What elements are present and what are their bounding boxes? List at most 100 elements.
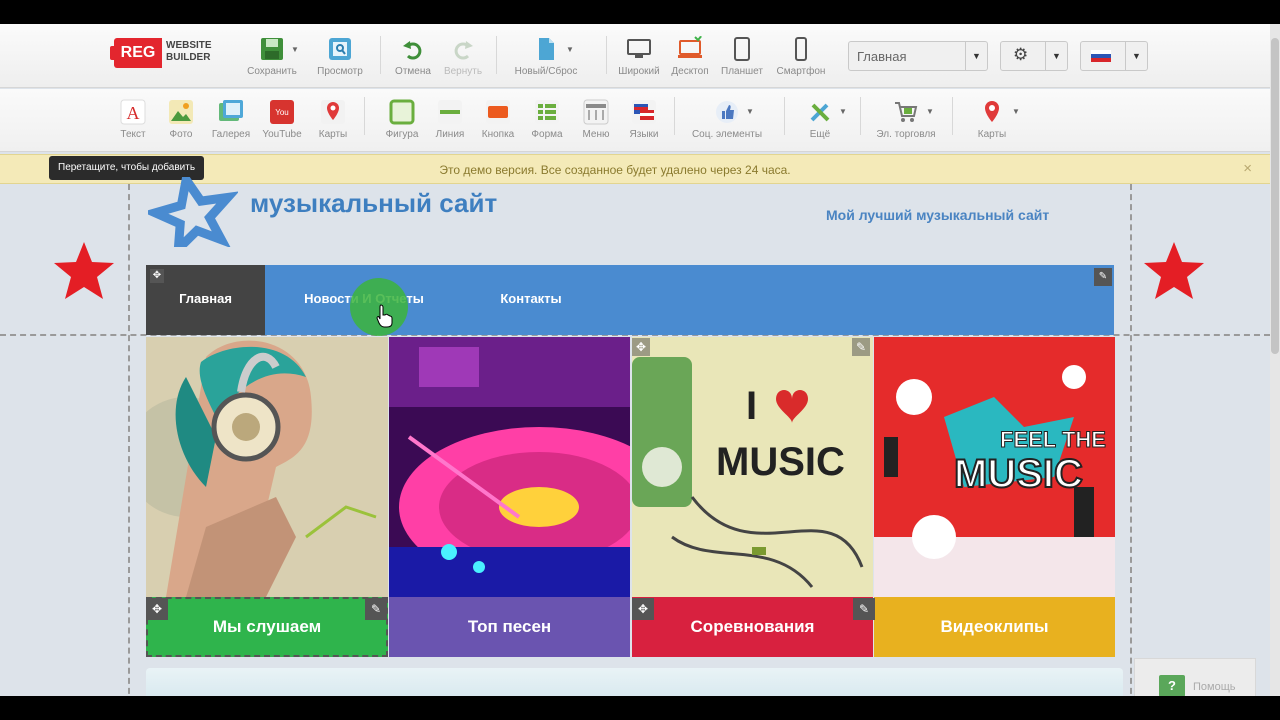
preview-icon [329,38,351,60]
pencil-icon[interactable]: ✎ [365,598,387,620]
new-reset-label: Новый/Сброс [514,66,578,77]
ecommerce-elements[interactable]: Эл. торговля [870,99,942,140]
social-elements[interactable]: Соц. элементы [686,99,768,140]
tile-image-i-love-music[interactable]: I MUSIC [632,337,873,597]
line-icon [438,100,462,124]
new-reset-button[interactable]: Новый/Сброс [508,36,584,77]
line-element[interactable]: Линия [430,99,470,140]
new-reset-dropdown-icon[interactable]: ▼ [566,45,574,54]
save-button[interactable]: Сохранить [240,36,304,77]
undo-button[interactable]: Отмена [390,36,436,77]
photo-icon [169,100,193,124]
move-icon[interactable]: ✥ [632,338,650,356]
languages-element[interactable]: Языки [624,99,664,140]
vertical-scrollbar[interactable] [1270,24,1280,696]
chevron-down-icon[interactable]: ▼ [1045,42,1067,70]
ecommerce-dropdown-icon[interactable]: ▼ [926,107,934,116]
tile-caption-competitions[interactable]: Соревнования [632,597,873,657]
toolbar-divider [952,97,953,135]
tile-image-feel-the-music[interactable]: FEEL THE MUSIC [874,337,1115,597]
elements-toolbar: A Текст Фото Галерея You YouTube Карты Ф… [0,89,1280,152]
button-element[interactable]: Кнопка [476,99,520,140]
toolbar-divider [380,36,381,74]
view-tablet-label: Планшет [721,66,763,77]
toolbar-divider [496,36,497,74]
youtube-element[interactable]: You YouTube [258,99,306,140]
pencil-icon[interactable]: ✎ [852,338,870,356]
maps-element[interactable]: Карты [312,99,354,140]
nav-item-contacts[interactable]: Контакты [486,265,576,335]
form-label: Форма [531,129,563,140]
close-icon[interactable]: × [1243,160,1252,177]
logo-line1: WEBSITE [166,40,212,51]
next-section-preview [146,668,1123,696]
desktop-icon [678,36,703,58]
maps2-label: Карты [977,129,1007,140]
tile-caption-listening[interactable]: Мы слушаем [146,597,388,657]
gallery-element[interactable]: Галерея [208,99,254,140]
shape-icon [389,99,415,125]
form-icon [535,100,559,124]
menu-element[interactable]: Меню [576,99,616,140]
view-smartphone-button[interactable]: Смартфон [772,36,830,77]
site-navigation: Главная Новости И Отчеты Контакты ✥ ✎ [146,265,1114,335]
art-text-i: I [746,384,757,428]
preview-label: Просмотр [317,66,363,77]
help-widget[interactable]: ? Помощь [1134,658,1256,696]
settings-button[interactable]: ⚙ ▼ [1000,41,1068,71]
language-select[interactable]: ▼ [1080,41,1148,71]
tablet-icon [734,37,750,61]
youtube-label: YouTube [262,129,302,140]
turntable-image [389,337,630,597]
redo-button[interactable]: Вернуть [440,36,486,77]
maps-dropdown-element[interactable]: Карты [970,99,1014,140]
content-guide-right [1130,184,1132,696]
undo-icon [403,41,422,60]
more-dropdown-icon[interactable]: ▼ [839,107,847,116]
shape-element[interactable]: Фигура [380,99,424,140]
pencil-icon[interactable]: ✎ [1094,268,1112,286]
photo-label: Фото [169,129,193,140]
button-label: Кнопка [481,129,515,140]
tile-image-headphones[interactable] [146,337,388,597]
social-dropdown-icon[interactable]: ▼ [746,107,754,116]
art-text-music2: MUSIC [954,452,1083,496]
site-slogan[interactable]: Мой лучший музыкальный сайт [826,207,1049,223]
chevron-down-icon[interactable]: ▼ [965,42,987,70]
map-pin-icon [985,101,999,122]
website-builder-window: REG WEBSITE BUILDER Сохранить ▼ Просмотр… [0,24,1280,696]
page-select[interactable]: Главная ▼ [848,41,988,71]
toolbar-divider [860,97,861,135]
redo-label: Вернуть [443,66,483,77]
smartphone-icon [795,37,807,61]
form-element[interactable]: Форма [526,99,568,140]
text-element[interactable]: A Текст [114,99,152,140]
tile-caption-videoclips[interactable]: Видеоклипы [874,597,1115,657]
gallery-icon [219,100,243,121]
move-icon[interactable]: ✥ [150,269,164,283]
scrollbar-thumb[interactable] [1271,38,1279,354]
chevron-down-icon[interactable]: ▼ [1125,42,1147,70]
feel-the-music-image: FEEL THE MUSIC [874,337,1115,597]
view-desktop-button[interactable]: Десктоп [666,36,714,77]
save-dropdown-icon[interactable]: ▼ [291,45,299,54]
maps-dropdown-icon[interactable]: ▼ [1012,107,1020,116]
preview-button[interactable]: Просмотр [310,36,370,77]
tile-image-turntable[interactable] [389,337,630,597]
site-title[interactable]: музыкальный сайт [250,188,497,219]
view-tablet-button[interactable]: Планшет [716,36,768,77]
move-icon[interactable]: ✥ [632,598,654,620]
new-page-icon [539,38,554,60]
toolbar-divider [784,97,785,135]
view-wide-button[interactable]: Широкий [614,36,664,77]
move-icon[interactable]: ✥ [146,598,168,620]
page-select-value: Главная [857,49,907,64]
pencil-icon[interactable]: ✎ [853,598,875,620]
flags-icon [632,100,656,124]
photo-element[interactable]: Фото [162,99,200,140]
star-logo-icon[interactable] [148,177,238,247]
russian-flag-icon [1091,50,1111,62]
more-elements[interactable]: Ещё [800,99,840,140]
tile-caption-top-songs[interactable]: Топ песен [389,597,630,657]
reg-logo: REG WEBSITE BUILDER [110,36,232,72]
